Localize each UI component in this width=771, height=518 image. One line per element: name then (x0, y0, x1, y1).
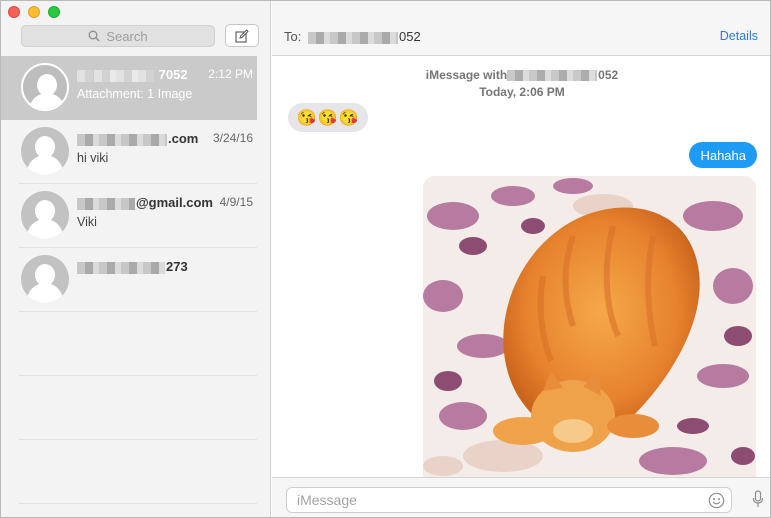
conversation-item[interactable]: @gmail.com 4/9/15 Viki (19, 184, 257, 248)
conversation-date: 3/24/16 (212, 131, 253, 145)
conversation-item[interactable]: 273 (19, 248, 257, 312)
conversation-list: 7052 2:12 PM Attachment: 1 Image .com 3/… (1, 56, 257, 504)
conversation-preview: Attachment: 1 Image (77, 87, 193, 101)
search-field[interactable]: Search (21, 25, 215, 47)
conversation-item[interactable]: 7052 2:12 PM Attachment: 1 Image (1, 56, 257, 120)
emoji-icon[interactable] (708, 492, 725, 509)
conversation-name: 7052 (77, 67, 188, 82)
microphone-icon[interactable] (752, 490, 764, 508)
to-label: To: (284, 29, 302, 44)
conversation-preview: hi viki (77, 151, 109, 165)
sidebar: Search 7052 2:12 PM Attachment: 1 Image … (1, 1, 271, 517)
conversation-preview: Viki (77, 215, 97, 229)
minimize-window-button[interactable] (28, 6, 40, 18)
message-input-placeholder: iMessage (297, 492, 357, 508)
service-line: iMessage with 052 (425, 68, 619, 82)
conversation-date: 2:12 PM (208, 67, 253, 81)
avatar (21, 255, 69, 303)
compose-icon (235, 28, 249, 43)
compose-button[interactable] (225, 24, 259, 47)
details-button[interactable]: Details (720, 29, 758, 43)
conversation-date: 4/9/15 (219, 195, 253, 209)
window-controls (8, 6, 60, 18)
messages-window: Search 7052 2:12 PM Attachment: 1 Image … (0, 0, 771, 518)
avatar (21, 63, 69, 111)
message-input[interactable]: iMessage (286, 487, 732, 513)
search-placeholder: Search (106, 28, 148, 44)
conversation-header: To: 052 Details (272, 1, 770, 56)
thread-timestamp: Today, 2:06 PM (479, 85, 565, 99)
close-window-button[interactable] (8, 6, 20, 18)
outgoing-message-bubble[interactable]: Hahaha (689, 142, 757, 168)
conversation-name: .com (77, 131, 198, 146)
empty-row (19, 312, 257, 376)
incoming-message-bubble[interactable]: 😘😘😘 (288, 103, 368, 132)
conversation-item[interactable]: .com 3/24/16 hi viki (19, 120, 257, 184)
thread-info: iMessage with 052 Today, 2:06 PM (272, 67, 770, 101)
avatar (21, 191, 69, 239)
conversation-pane: To: 052 Details iMessage with 052 Today, … (272, 1, 770, 517)
sleeping-cat-photo (423, 176, 756, 477)
composer-bar: iMessage (272, 477, 770, 517)
empty-row (19, 440, 257, 504)
empty-row (19, 376, 257, 440)
recipient-field[interactable]: 052 (308, 29, 421, 44)
conversation-name: 273 (77, 259, 188, 274)
conversation-name: @gmail.com (77, 195, 213, 210)
zoom-window-button[interactable] (48, 6, 60, 18)
avatar (21, 127, 69, 175)
image-attachment[interactable] (423, 176, 756, 477)
search-icon (88, 30, 100, 42)
